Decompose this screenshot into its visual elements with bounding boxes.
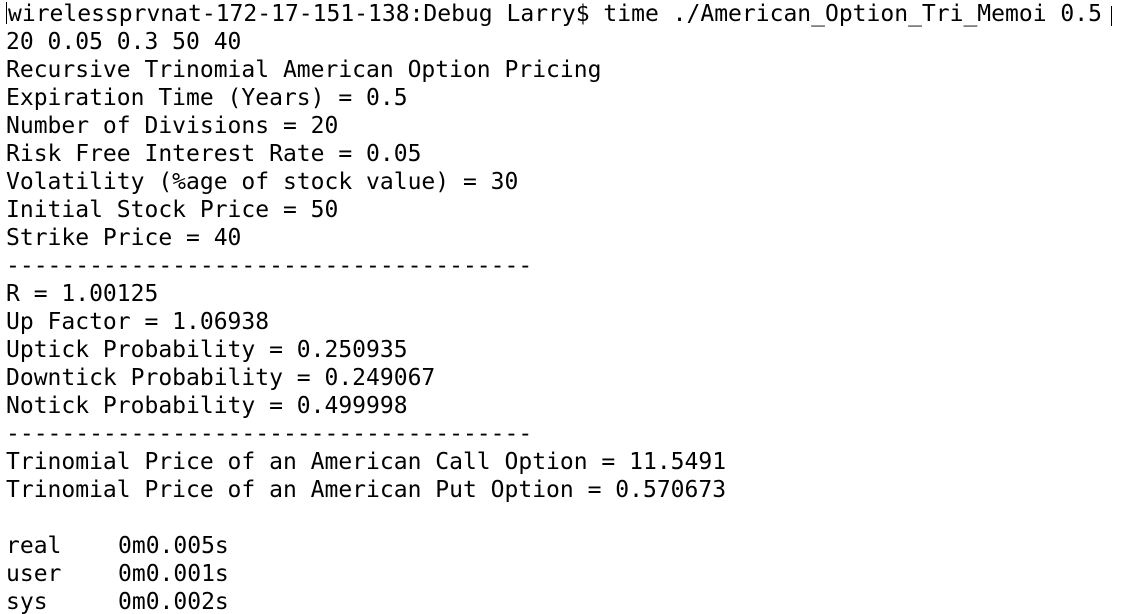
prompt-line: wirelessprvnat-172-17-151-138:Debug Larr… bbox=[6, 0, 1130, 28]
param-line: Strike Price = 40 bbox=[6, 225, 242, 251]
terminal-output: wirelessprvnat-172-17-151-138:Debug Larr… bbox=[6, 0, 1130, 614]
param-line: Initial Stock Price = 50 bbox=[6, 197, 339, 223]
separator-line: -------------------------------------- bbox=[6, 421, 533, 447]
timing-value: 0m0.002s bbox=[118, 589, 229, 614]
param-line: Number of Divisions = 20 bbox=[6, 113, 339, 139]
timing-value: 0m0.005s bbox=[118, 533, 229, 559]
timing-row-user: user 0m0.001s bbox=[6, 560, 1130, 588]
timing-label: real bbox=[6, 533, 62, 559]
result-line: Downtick Probability = 0.249067 bbox=[6, 365, 436, 391]
param-line: Risk Free Interest Rate = 0.05 bbox=[6, 141, 422, 167]
terminal-window[interactable]: wirelessprvnat-172-17-151-138:Debug Larr… bbox=[0, 0, 1130, 614]
command-args-line: 20 0.05 0.3 50 40 bbox=[6, 29, 242, 55]
result-line: R = 1.00125 bbox=[6, 281, 159, 307]
price-line-put: Trinomial Price of an American Put Optio… bbox=[6, 477, 727, 503]
timing-value: 0m0.001s bbox=[118, 561, 229, 587]
program-heading: Recursive Trinomial American Option Pric… bbox=[6, 57, 602, 83]
result-line: Uptick Probability = 0.250935 bbox=[6, 337, 408, 363]
command-text: wirelessprvnat-172-17-151-138:Debug Larr… bbox=[8, 1, 1102, 27]
timing-label: user bbox=[6, 561, 62, 587]
result-line: Up Factor = 1.06938 bbox=[6, 309, 270, 335]
timing-row-real: real 0m0.005s bbox=[6, 532, 1130, 560]
param-line: Expiration Time (Years) = 0.5 bbox=[6, 85, 408, 111]
timing-label: sys bbox=[6, 589, 48, 614]
result-line: Notick Probability = 0.499998 bbox=[6, 393, 408, 419]
price-line-call: Trinomial Price of an American Call Opti… bbox=[6, 449, 727, 475]
timing-row-sys: sys 0m0.002s bbox=[6, 588, 1130, 614]
param-line: Volatility (%age of stock value) = 30 bbox=[6, 169, 519, 195]
separator-line: -------------------------------------- bbox=[6, 253, 533, 279]
selection-marker bbox=[6, 2, 7, 24]
